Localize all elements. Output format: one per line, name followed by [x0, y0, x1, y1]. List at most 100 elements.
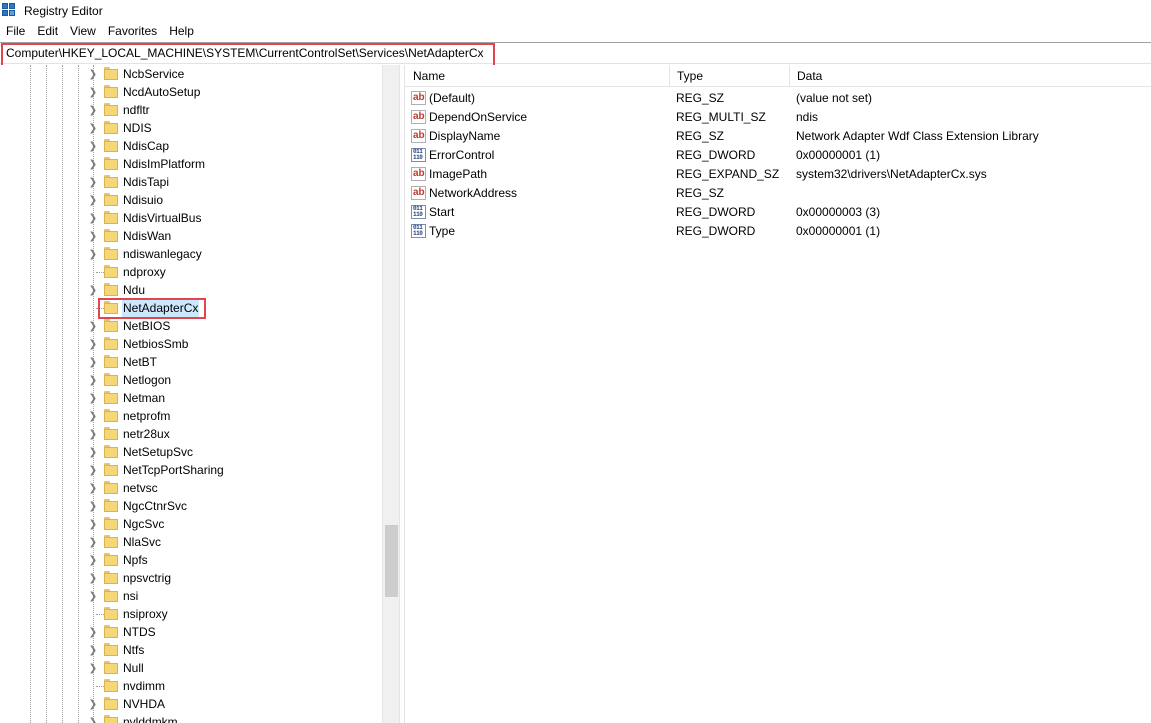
menu-help[interactable]: Help: [163, 22, 200, 41]
address-path-input[interactable]: [2, 43, 1149, 63]
expand-chevron-icon[interactable]: ❯: [88, 497, 98, 515]
tree-item[interactable]: ❯ NetSetupSvc: [0, 443, 382, 461]
tree-item[interactable]: ❯ netprofm: [0, 407, 382, 425]
expand-chevron-icon[interactable]: ❯: [88, 281, 98, 299]
expand-chevron-icon[interactable]: ❯: [88, 569, 98, 587]
tree-item[interactable]: ❯ NDIS: [0, 119, 382, 137]
tree-item-label: NVHDA: [123, 697, 166, 711]
expand-chevron-icon[interactable]: ❯: [88, 407, 98, 425]
tree-item[interactable]: ❯ NdisVirtualBus: [0, 209, 382, 227]
string-value-icon: ab: [411, 110, 426, 124]
column-header-name[interactable]: Name: [405, 65, 445, 87]
menu-edit[interactable]: Edit: [31, 22, 64, 41]
expand-chevron-icon[interactable]: ❯: [88, 191, 98, 209]
expand-chevron-icon[interactable]: ❯: [88, 515, 98, 533]
tree-item[interactable]: ❯ NTDS: [0, 623, 382, 641]
expand-chevron-icon[interactable]: ❯: [88, 533, 98, 551]
tree-item[interactable]: ❯ Netman: [0, 389, 382, 407]
expand-chevron-icon[interactable]: ❯: [88, 119, 98, 137]
tree-item[interactable]: ❯ NetBT: [0, 353, 382, 371]
folder-icon: [104, 481, 118, 495]
expand-chevron-icon[interactable]: ❯: [88, 209, 98, 227]
column-header-data[interactable]: Data: [789, 65, 822, 87]
tree-item-label: NdisTapi: [123, 175, 170, 189]
value-row[interactable]: 011 110 Start REG_DWORD 0x00000003 (3): [405, 203, 1151, 222]
expand-chevron-icon[interactable]: ❯: [88, 587, 98, 605]
tree-item[interactable]: ❯ npsvctrig: [0, 569, 382, 587]
tree-item[interactable]: ❯ nsi: [0, 587, 382, 605]
value-row[interactable]: ab ImagePath REG_EXPAND_SZ system32\drivers…: [405, 165, 1151, 184]
value-row[interactable]: 011 110 Type REG_DWORD 0x00000001 (1): [405, 222, 1151, 241]
tree-scrollbar-thumb[interactable]: [385, 525, 398, 597]
tree-item[interactable]: ❯ ndfltr: [0, 101, 382, 119]
value-row[interactable]: ab DisplayName REG_SZ Network Adapter Wdf C…: [405, 127, 1151, 146]
expand-chevron-icon[interactable]: ❯: [88, 101, 98, 119]
tree-item[interactable]: ❯ nvlddmkm: [0, 713, 382, 723]
expand-chevron-icon[interactable]: ❯: [88, 623, 98, 641]
expand-chevron-icon[interactable]: ❯: [88, 551, 98, 569]
tree-item[interactable]: NetAdapterCx: [0, 299, 382, 317]
tree-item[interactable]: ❯ NetbiosSmb: [0, 335, 382, 353]
expand-chevron-icon[interactable]: ❯: [88, 695, 98, 713]
tree-item[interactable]: ❯ Ndu: [0, 281, 382, 299]
folder-icon: [104, 553, 118, 567]
tree-item[interactable]: ❯ NdisTapi: [0, 173, 382, 191]
tree-item[interactable]: ❯ Npfs: [0, 551, 382, 569]
expand-chevron-icon[interactable]: ❯: [88, 371, 98, 389]
tree-item[interactable]: ❯ NetBIOS: [0, 317, 382, 335]
value-type: REG_DWORD: [676, 224, 756, 238]
tree-item[interactable]: ❯ NlaSvc: [0, 533, 382, 551]
tree-item[interactable]: ❯ NVHDA: [0, 695, 382, 713]
value-row[interactable]: ab DependOnService REG_MULTI_SZ ndis: [405, 108, 1151, 127]
value-row[interactable]: ab (Default) REG_SZ (value not set): [405, 89, 1151, 108]
value-type: REG_EXPAND_SZ: [676, 167, 780, 181]
menu-view[interactable]: View: [64, 22, 102, 41]
tree-item-label: netr28ux: [123, 427, 170, 441]
expand-chevron-icon[interactable]: ❯: [88, 425, 98, 443]
tree-item[interactable]: ❯ NcdAutoSetup: [0, 83, 382, 101]
expand-chevron-icon[interactable]: ❯: [88, 83, 98, 101]
tree-item[interactable]: ❯ NetTcpPortSharing: [0, 461, 382, 479]
tree-scrollbar[interactable]: [382, 65, 399, 723]
tree-item[interactable]: nvdimm: [0, 677, 382, 695]
expand-chevron-icon[interactable]: ❯: [88, 335, 98, 353]
expand-chevron-icon[interactable]: ❯: [88, 713, 98, 723]
tree-item[interactable]: ❯ ndiswanlegacy: [0, 245, 382, 263]
tree-item[interactable]: ❯ NgcSvc: [0, 515, 382, 533]
expand-chevron-icon[interactable]: ❯: [88, 245, 98, 263]
tree-item[interactable]: ❯ netr28ux: [0, 425, 382, 443]
tree-item[interactable]: ❯ NdisWan: [0, 227, 382, 245]
tree-item[interactable]: ❯ NcbService: [0, 65, 382, 83]
tree-item[interactable]: nsiproxy: [0, 605, 382, 623]
folder-icon: [104, 229, 118, 243]
tree-item[interactable]: ❯ NdisCap: [0, 137, 382, 155]
tree-item[interactable]: ❯ NdisImPlatform: [0, 155, 382, 173]
value-row[interactable]: ab NetworkAddress REG_SZ: [405, 184, 1151, 203]
expand-chevron-icon[interactable]: ❯: [88, 155, 98, 173]
expand-chevron-icon[interactable]: ❯: [88, 443, 98, 461]
tree-item[interactable]: ❯ Null: [0, 659, 382, 677]
expand-chevron-icon[interactable]: ❯: [88, 461, 98, 479]
expand-chevron-icon[interactable]: ❯: [88, 317, 98, 335]
expand-chevron-icon[interactable]: ❯: [88, 227, 98, 245]
value-type: REG_SZ: [676, 91, 725, 105]
tree-item[interactable]: ❯ NgcCtnrSvc: [0, 497, 382, 515]
menu-favorites[interactable]: Favorites: [102, 22, 163, 41]
expand-chevron-icon[interactable]: ❯: [88, 137, 98, 155]
menu-file[interactable]: File: [0, 22, 31, 41]
expand-chevron-icon[interactable]: ❯: [88, 389, 98, 407]
expand-chevron-icon[interactable]: ❯: [88, 353, 98, 371]
tree-item[interactable]: ❯ netvsc: [0, 479, 382, 497]
value-row[interactable]: 011 110 ErrorControl REG_DWORD 0x00000001 (…: [405, 146, 1151, 165]
folder-icon: [104, 247, 118, 261]
expand-chevron-icon[interactable]: ❯: [88, 479, 98, 497]
tree-item[interactable]: ❯ Netlogon: [0, 371, 382, 389]
column-header-type[interactable]: Type: [669, 65, 703, 87]
expand-chevron-icon[interactable]: ❯: [88, 641, 98, 659]
tree-item[interactable]: ndproxy: [0, 263, 382, 281]
expand-chevron-icon[interactable]: ❯: [88, 659, 98, 677]
expand-chevron-icon[interactable]: ❯: [88, 65, 98, 83]
expand-chevron-icon[interactable]: ❯: [88, 173, 98, 191]
tree-item[interactable]: ❯ Ntfs: [0, 641, 382, 659]
tree-item[interactable]: ❯ Ndisuio: [0, 191, 382, 209]
